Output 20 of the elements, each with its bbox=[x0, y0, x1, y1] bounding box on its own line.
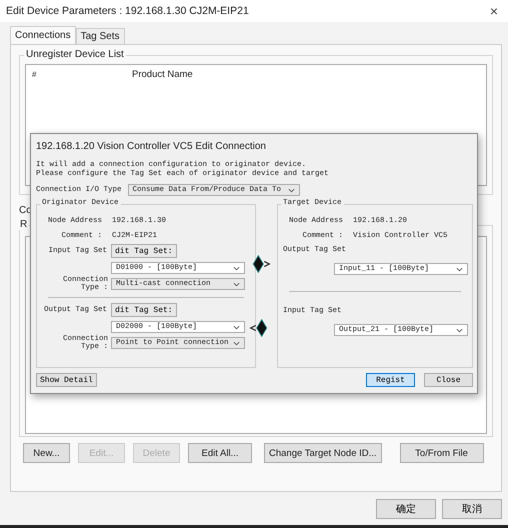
tab[interactable]: Tag Sets bbox=[76, 28, 125, 44]
group-legend: R bbox=[18, 219, 30, 230]
close-button[interactable]: × bbox=[490, 3, 498, 19]
dialog-button[interactable]: 取消 bbox=[442, 499, 502, 519]
edit-tag-set-button[interactable]: dit Tag Set: bbox=[111, 244, 177, 258]
dialog-button[interactable]: 确定 bbox=[376, 499, 436, 519]
group-legend: Unregister Device List bbox=[24, 49, 126, 60]
action-button[interactable]: To/From File bbox=[400, 443, 484, 463]
show-detail-button[interactable]: Show Detail bbox=[36, 373, 97, 387]
dialog-button[interactable]: Regist bbox=[366, 373, 415, 387]
column-header: Product Name bbox=[132, 68, 193, 80]
tab[interactable]: Connections bbox=[10, 26, 76, 44]
edit-tag-set-button[interactable]: dit Tag Set: bbox=[111, 303, 177, 317]
window-title: Edit Device Parameters : 192.168.1.30 CJ2M-EIP21 bbox=[6, 5, 249, 17]
action-button[interactable]: New... bbox=[23, 443, 70, 463]
column-header: # bbox=[31, 70, 38, 78]
action-button[interactable]: Change Target Node ID... bbox=[264, 443, 382, 463]
dialog-button[interactable]: Close bbox=[424, 373, 473, 387]
action-button[interactable]: Edit All... bbox=[188, 443, 252, 463]
dialog-title: 192.168.1.20 Vision Controller VC5 Edit Connection bbox=[36, 140, 267, 154]
